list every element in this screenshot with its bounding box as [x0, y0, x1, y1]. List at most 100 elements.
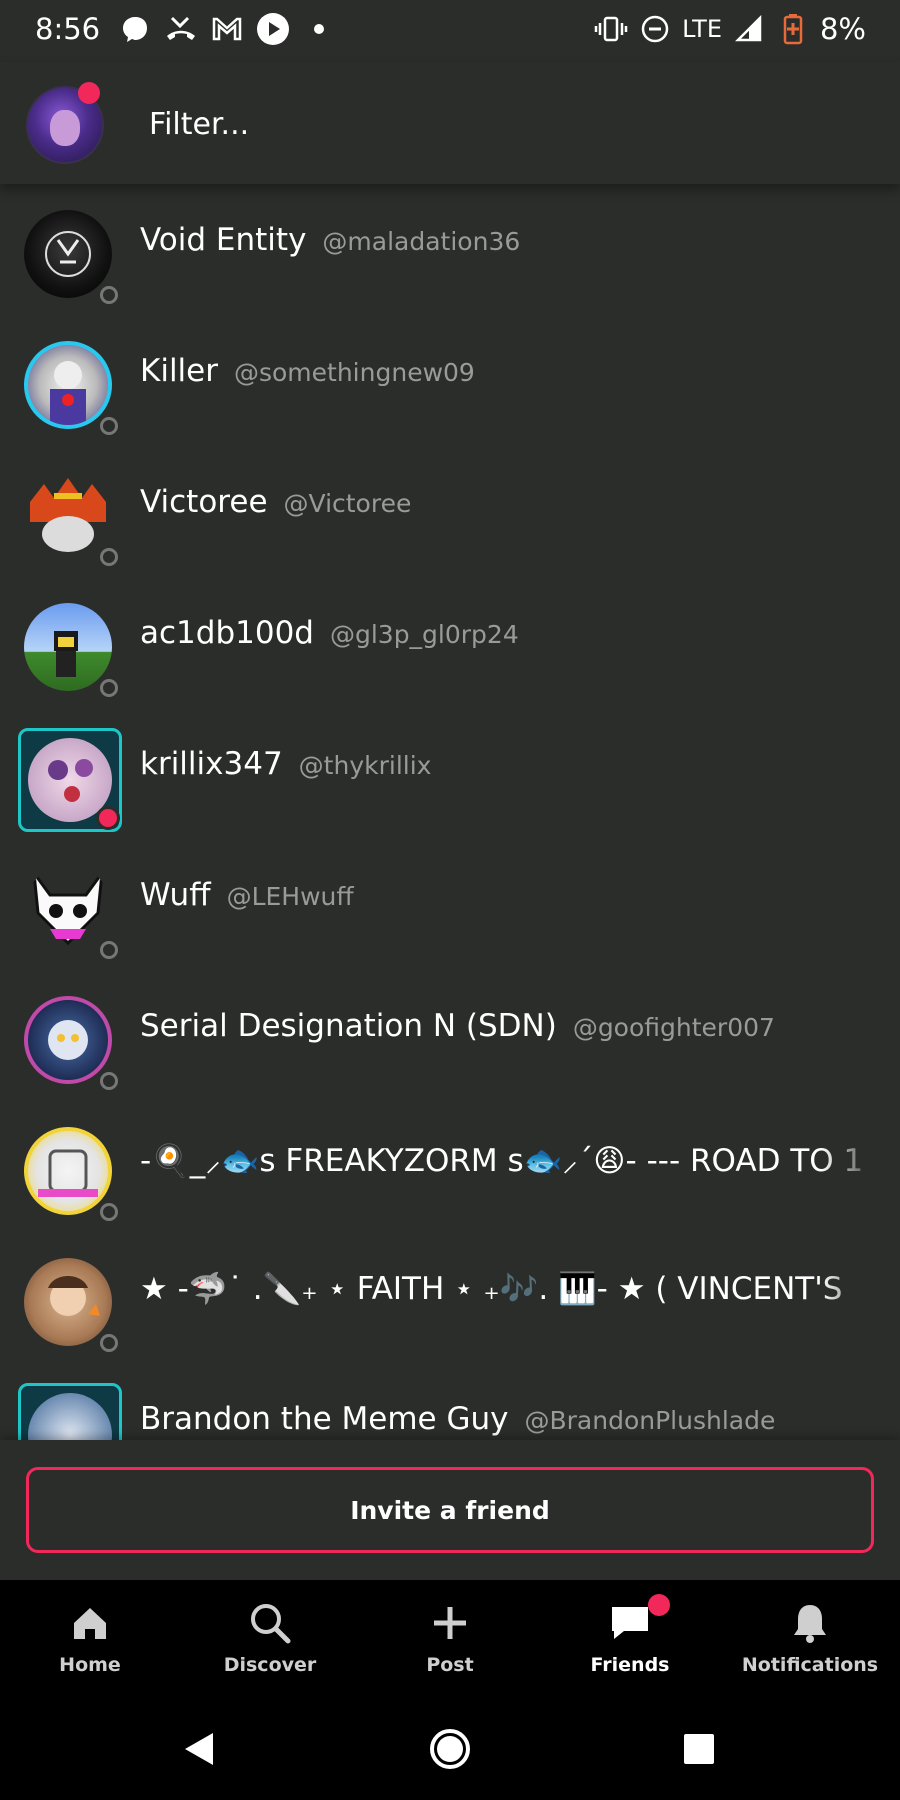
- friend-row[interactable]: Serial Designation N (SDN) @goofighter007: [0, 970, 900, 1101]
- friend-avatar[interactable]: [18, 990, 122, 1094]
- avatar-image: [24, 1127, 112, 1215]
- friend-row[interactable]: Brandon the Meme Guy @BrandonPlushlade: [0, 1363, 900, 1440]
- friend-row[interactable]: Victoree @Victoree: [0, 446, 900, 577]
- play-icon: [256, 12, 290, 46]
- friend-handle: @LEHwuff: [226, 882, 354, 911]
- offline-status-indicator: [100, 941, 118, 959]
- friend-handle: @goofighter007: [572, 1013, 775, 1042]
- network-type: LTE: [682, 15, 722, 43]
- signal-icon: [732, 12, 766, 46]
- friend-name-line: Brandon the Meme Guy @BrandonPlushlade: [140, 1401, 775, 1437]
- offline-status-indicator: [100, 548, 118, 566]
- offline-status-indicator: [100, 1072, 118, 1090]
- friend-name-line: Void Entity @maladation36: [140, 222, 520, 258]
- avatar-face-art: [50, 110, 80, 146]
- avatar-image: [24, 472, 112, 560]
- friend-avatar[interactable]: [18, 1383, 122, 1440]
- friend-avatar[interactable]: [18, 335, 122, 439]
- plus-icon: [427, 1600, 473, 1646]
- notification-dot: [78, 82, 100, 104]
- offline-status-indicator: [100, 417, 118, 435]
- friend-name-line: Serial Designation N (SDN) @goofighter007: [140, 1008, 775, 1044]
- friend-row[interactable]: ★ -🦈˙ .🔪₊ ⋆ FAITH ⋆ ₊🎶. 🎹- ★ ( VINCENT'S: [0, 1232, 900, 1363]
- friend-name: Wuff: [140, 877, 211, 913]
- friend-row[interactable]: Wuff @LEHwuff: [0, 839, 900, 970]
- missed-call-icon: [164, 12, 198, 46]
- friend-name-line: Victoree @Victoree: [140, 484, 411, 520]
- friend-name: krillix347: [140, 746, 283, 782]
- messenger-icon: [118, 12, 152, 46]
- friend-avatar[interactable]: [18, 1121, 122, 1225]
- friend-avatar[interactable]: [18, 728, 122, 832]
- vibrate-icon: [594, 12, 628, 46]
- app-root: 8:56 LTE 8% Filter... Void Entity @malad…: [0, 0, 900, 1800]
- filter-input[interactable]: [134, 96, 864, 152]
- header: [0, 62, 900, 184]
- nav-label: Friends: [590, 1654, 670, 1676]
- nav-discover[interactable]: Discover: [180, 1580, 360, 1696]
- friend-row[interactable]: krillix347 @thykrillix: [0, 708, 900, 839]
- avatar-image: [24, 996, 112, 1084]
- friend-name: Victoree: [140, 484, 268, 520]
- friend-row[interactable]: ac1db100d @gl3p_gl0rp24: [0, 577, 900, 708]
- friend-name-line: Wuff @LEHwuff: [140, 877, 354, 913]
- bell-icon: [787, 1600, 833, 1646]
- friend-name: Brandon the Meme Guy: [140, 1401, 509, 1437]
- system-nav-bar: [0, 1696, 900, 1800]
- friend-name-line: Killer @somethingnew09: [140, 353, 475, 389]
- friend-row[interactable]: -🍳_⸝🐟ꜱ FREAKYZORM ꜱ🐟⸝´😩- --- ROAD TO 1: [0, 1101, 900, 1232]
- nav-label: Notifications: [741, 1654, 879, 1676]
- friend-handle: @gl3p_gl0rp24: [329, 620, 519, 649]
- friend-row[interactable]: Void Entity @maladation36: [0, 184, 900, 315]
- status-time: 8:56: [35, 12, 101, 46]
- home-icon: [67, 1600, 113, 1646]
- invite-section: Invite a friend: [0, 1440, 900, 1580]
- do-not-disturb-icon: [638, 12, 672, 46]
- home-button-icon[interactable]: [425, 1724, 475, 1774]
- nav-friends[interactable]: Friends: [540, 1580, 720, 1696]
- friend-row[interactable]: Killer @somethingnew09: [0, 315, 900, 446]
- chat-icon: [607, 1600, 653, 1646]
- friend-name: ★ -🦈˙ .🔪₊ ⋆ FAITH ⋆ ₊🎶. 🎹- ★ ( VINCENT'S: [140, 1271, 843, 1307]
- recents-icon[interactable]: [674, 1724, 724, 1774]
- back-icon[interactable]: [174, 1724, 224, 1774]
- friend-handle: @thykrillix: [298, 751, 432, 780]
- friend-name: Void Entity: [140, 222, 307, 258]
- friend-name-line: ac1db100d @gl3p_gl0rp24: [140, 615, 519, 651]
- friends-notification-dot: [648, 1594, 670, 1616]
- search-icon: [247, 1600, 293, 1646]
- friend-name: Killer: [140, 353, 218, 389]
- avatar-image: [24, 341, 112, 429]
- nav-label: Home: [59, 1654, 121, 1676]
- friend-name: ac1db100d: [140, 615, 314, 651]
- invite-friend-button[interactable]: Invite a friend: [26, 1467, 874, 1553]
- avatar-image: [24, 1258, 112, 1346]
- nav-post[interactable]: Post: [360, 1580, 540, 1696]
- friend-avatar[interactable]: [18, 597, 122, 701]
- offline-status-indicator: [100, 1203, 118, 1221]
- friend-avatar[interactable]: [18, 204, 122, 308]
- offline-status-indicator: [100, 286, 118, 304]
- friend-handle: @maladation36: [322, 227, 521, 256]
- bottom-nav: Home Discover Post Friends Notifications: [0, 1580, 900, 1698]
- friend-handle: @somethingnew09: [233, 358, 475, 387]
- nav-label: Post: [426, 1654, 474, 1676]
- friend-avatar[interactable]: [18, 859, 122, 963]
- battery-low-icon: [776, 12, 810, 46]
- friend-avatar[interactable]: [18, 466, 122, 570]
- avatar-image: [24, 865, 112, 953]
- offline-status-indicator: [100, 1334, 118, 1352]
- status-right-icons: LTE 8%: [594, 12, 866, 46]
- nav-home[interactable]: Home: [0, 1580, 180, 1696]
- avatar-image: [24, 603, 112, 691]
- friend-handle: @Victoree: [283, 489, 412, 518]
- avatar-image: [24, 210, 112, 298]
- battery-percent: 8%: [819, 12, 866, 46]
- friend-avatar[interactable]: [18, 1252, 122, 1356]
- friend-name: Serial Designation N (SDN): [140, 1008, 557, 1044]
- online-status-indicator: [96, 806, 120, 830]
- gmail-icon: [210, 12, 244, 46]
- nav-notifications[interactable]: Notifications: [720, 1580, 900, 1696]
- offline-status-indicator: [100, 679, 118, 697]
- status-left-icons: [118, 12, 336, 46]
